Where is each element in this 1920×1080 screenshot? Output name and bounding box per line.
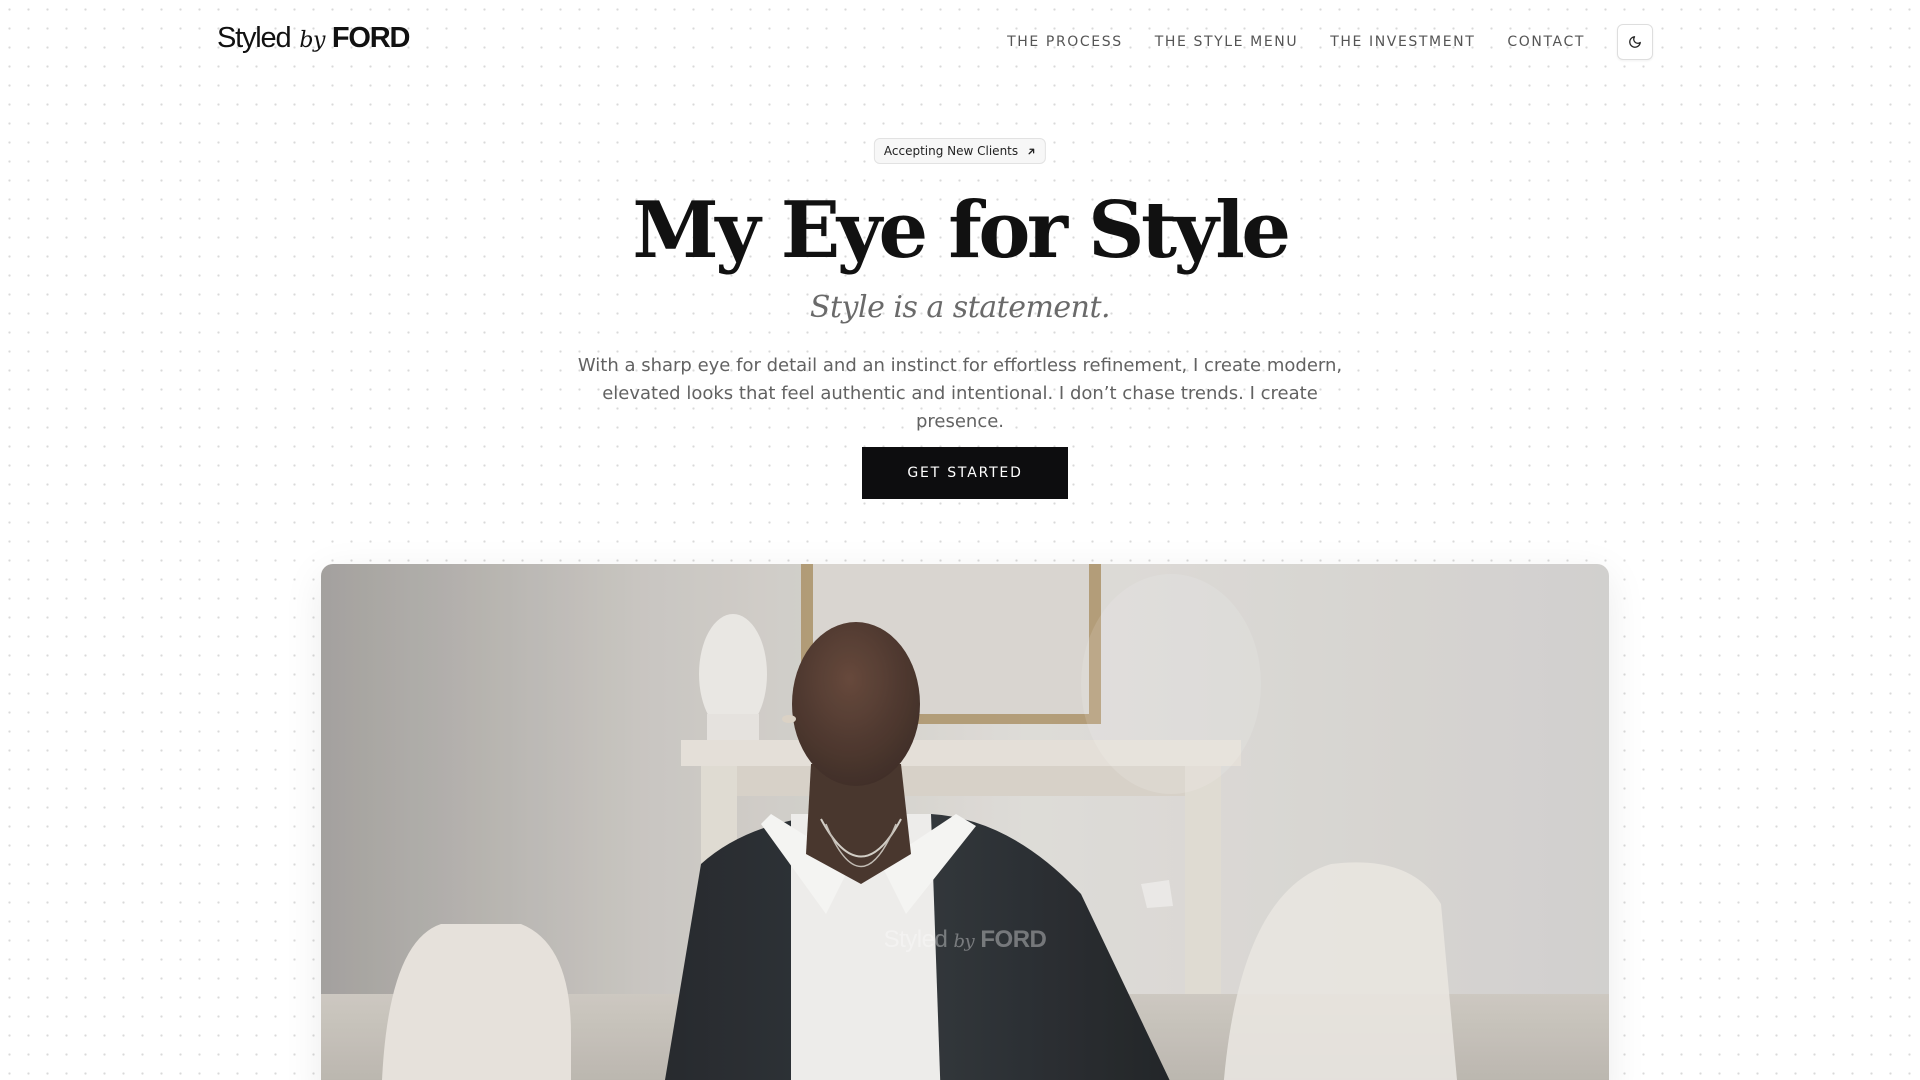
brand-logo[interactable]: Styled by FORD (217, 22, 411, 60)
nav-link-style-menu[interactable]: THE STYLE MENU (1155, 34, 1299, 50)
description-line-2: elevated looks that feel authentic and i… (602, 383, 1318, 432)
video-watermark-logo: Styled by FORD (883, 926, 1047, 953)
moon-icon (1629, 36, 1641, 48)
nav-link-process[interactable]: THE PROCESS (1007, 34, 1123, 50)
hero-subtitle: Style is a statement. (809, 290, 1111, 325)
hero-video[interactable]: Styled by FORD (321, 564, 1609, 1080)
hero-description: With a sharp eye for detail and an insti… (560, 352, 1360, 436)
arrow-up-right-icon (1027, 147, 1036, 156)
main-nav: THE PROCESS THE STYLE MENU THE INVESTMEN… (1007, 24, 1653, 60)
nav-link-contact[interactable]: CONTACT (1507, 34, 1585, 50)
accepting-clients-badge[interactable]: Accepting New Clients (873, 138, 1047, 164)
get-started-button[interactable]: GET STARTED (862, 447, 1068, 499)
badge-label: Accepting New Clients (883, 144, 1019, 158)
logo-word-styled: Styled (217, 22, 292, 54)
logo-word-ford: FORD (331, 22, 411, 54)
nav-link-investment[interactable]: THE INVESTMENT (1330, 34, 1475, 50)
site-header: Styled by FORD THE PROCESS THE STYLE MEN… (0, 0, 1920, 84)
page-title: My Eye for Style (632, 185, 1291, 276)
video-frame-illustration (321, 564, 1609, 1080)
description-line-1: With a sharp eye for detail and an insti… (577, 355, 1343, 376)
logo-word-by: by (299, 28, 325, 53)
theme-toggle-button[interactable] (1617, 24, 1653, 60)
